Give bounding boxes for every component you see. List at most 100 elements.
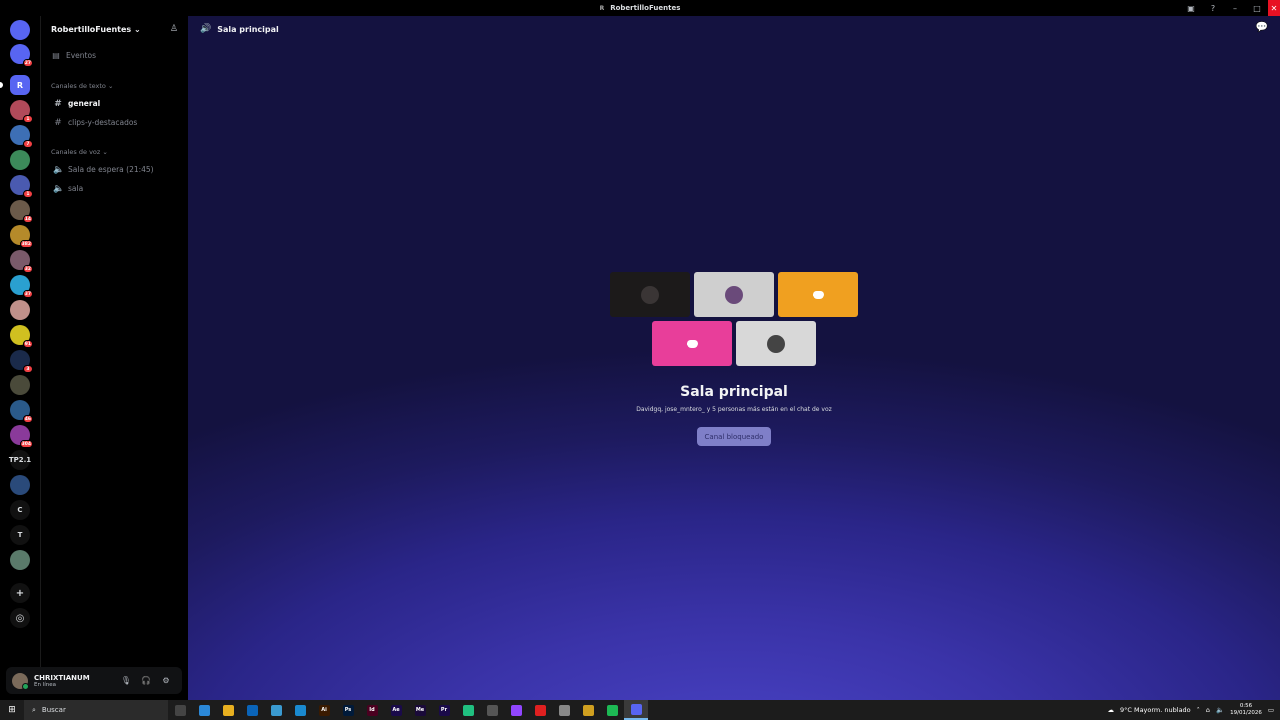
search-icon: ⌕ [32,705,36,714]
mention-badge: 27 [22,59,33,67]
chevron-up-icon[interactable]: ˄ [1197,706,1200,714]
user-info[interactable]: CHRIXTIANUM En línea [34,674,116,688]
taskbar-explorer-icon[interactable] [216,700,240,720]
voice-channel-label: Sala de espera (21:45) [68,165,154,174]
invite-people-icon[interactable]: ♙ [170,24,178,34]
weather-icon[interactable]: ☁ [1107,706,1114,714]
server-icon-6[interactable]: 1 [10,175,33,198]
selected-indicator [0,82,3,88]
channel-sidebar: RobertilloFuentes ⌄ ♙ ▤ Eventos Canales … [40,16,188,668]
taskbar-premiere-icon[interactable]: Pr [432,700,456,720]
inbox-icon[interactable]: ▣ [1180,0,1202,16]
taskbar-after-effects-icon[interactable]: Ae [384,700,408,720]
chat-bubble-icon[interactable]: 💬 [1256,22,1268,33]
server-icon-11[interactable] [10,300,30,320]
discord-dm-icon[interactable]: 27 [10,44,33,67]
server-icon-2[interactable]: R [0,75,30,95]
minimize-button[interactable]: – [1224,0,1246,16]
discord-logo-icon [809,286,827,304]
microphone-icon[interactable]: 🎙 [116,676,136,685]
server-icon-20[interactable]: T [10,525,30,545]
events-item[interactable]: ▤ Eventos [41,46,188,64]
taskbar-store-icon[interactable] [192,700,216,720]
discord-home-icon[interactable] [10,20,30,40]
server-icon-12[interactable]: 91 [10,325,33,348]
server-icon-18[interactable] [10,475,30,495]
headphones-icon[interactable]: 🎧 [136,676,156,685]
discover-icon[interactable]: ◎ [10,608,30,628]
network-icon[interactable]: ⌂ [1206,706,1210,714]
taskbar-copilot-icon[interactable] [264,700,288,720]
taskbar-app-green-icon[interactable] [456,700,480,720]
channel-general[interactable]: # general [49,94,180,113]
taskbar-spotify-icon[interactable] [600,700,624,720]
settings-gear-icon[interactable]: ⚙ [156,676,176,685]
server-icon-17[interactable]: TP2.1 [9,450,31,470]
taskbar-search[interactable]: ⌕ Buscar [24,700,168,720]
server-icon-8[interactable]: 382 [10,225,33,248]
server-icon-13[interactable]: 3 [10,350,33,373]
taskbar-indesign-icon[interactable]: Id [360,700,384,720]
server-icon-14[interactable] [10,375,30,395]
taskbar-app-bird-icon[interactable] [552,700,576,720]
channel-clips-y-destacados[interactable]: # clips-y-destacados [49,113,180,132]
participant-tile[interactable] [778,272,858,317]
participant-tile[interactable] [652,321,732,366]
voice-channel-sala-de-espera[interactable]: 🔈 Sala de espera (21:45) [49,160,180,179]
discord-logo-icon [683,335,701,353]
server-icon-9[interactable]: 32 [10,250,33,273]
voice-channel-sala[interactable]: 🔈 sala [49,179,180,198]
server-icon-16[interactable]: 304 [10,425,33,448]
maximize-button[interactable]: □ [1246,0,1268,16]
server-icon-3[interactable]: 1 [10,100,33,123]
taskbar-twitch-icon[interactable] [504,700,528,720]
text-channels-category[interactable]: Canales de texto ⌄ [41,78,188,94]
server-icon-15[interactable]: 46 [10,400,33,423]
avatar[interactable] [12,672,29,690]
task-view-icon [174,704,186,716]
taskbar-youtube-icon[interactable] [528,700,552,720]
mention-badge: 304 [19,440,33,448]
server-icon-4[interactable]: 7 [10,125,33,148]
mention-badge: 32 [22,265,33,273]
mention-badge: 37 [22,290,33,298]
taskbar-photoshop-icon[interactable]: Ps [336,700,360,720]
clock[interactable]: 0:56 19/01/2026 [1230,703,1262,717]
taskbar-discord-icon[interactable] [624,700,648,720]
participant-tile[interactable] [610,272,690,317]
server-icon-19[interactable]: C [10,500,30,520]
locked-channel-button[interactable]: Canal bloqueado [697,427,771,446]
channel-general-label: general [68,99,101,108]
channel-header-title: Sala principal [217,24,279,34]
participant-tile[interactable] [736,321,816,366]
participant-tile[interactable] [694,272,774,317]
taskbar-app-circle-icon[interactable] [480,700,504,720]
taskbar-task-view-icon[interactable] [168,700,192,720]
server-icon-5[interactable] [10,150,30,170]
username: CHRIXTIANUM [34,673,90,682]
mention-badge: 46 [22,415,33,423]
server-icon-21[interactable] [10,550,30,570]
notifications-icon[interactable]: ▭ [1268,706,1274,714]
volume-icon[interactable]: 🔈 [1216,706,1224,714]
add-server-icon[interactable]: + [10,583,30,603]
window-title: R RobertilloFuentes [600,4,681,12]
window-controls: ▣ ? – □ ✕ [1180,0,1280,16]
store-icon [198,704,210,716]
voice-channels-category[interactable]: Canales de voz ⌄ [41,144,188,160]
server-icon-10[interactable]: 37 [10,275,33,298]
close-button[interactable]: ✕ [1268,0,1280,16]
server-header[interactable]: RobertilloFuentes ⌄ ♙ [41,16,188,42]
windows-start-icon[interactable]: ⊞ [0,700,24,720]
server-icon-7[interactable]: 14 [10,200,33,223]
taskbar-outlook-icon[interactable] [240,700,264,720]
weather-label[interactable]: 9°C Mayorm. nublado [1120,706,1191,714]
taskbar-edge-icon[interactable] [288,700,312,720]
taskbar-chrome-icon[interactable] [576,700,600,720]
help-icon[interactable]: ? [1202,0,1224,16]
premiere-icon: Pr [438,704,450,716]
server-rail: 27 R 1 7 1 14 382 32 37 91 3 46 304 TP2.1 C T + ◎ [0,16,40,668]
taskbar-media-encoder-icon[interactable]: Me [408,700,432,720]
taskbar-illustrator-icon[interactable]: Ai [312,700,336,720]
explorer-icon [222,704,234,716]
